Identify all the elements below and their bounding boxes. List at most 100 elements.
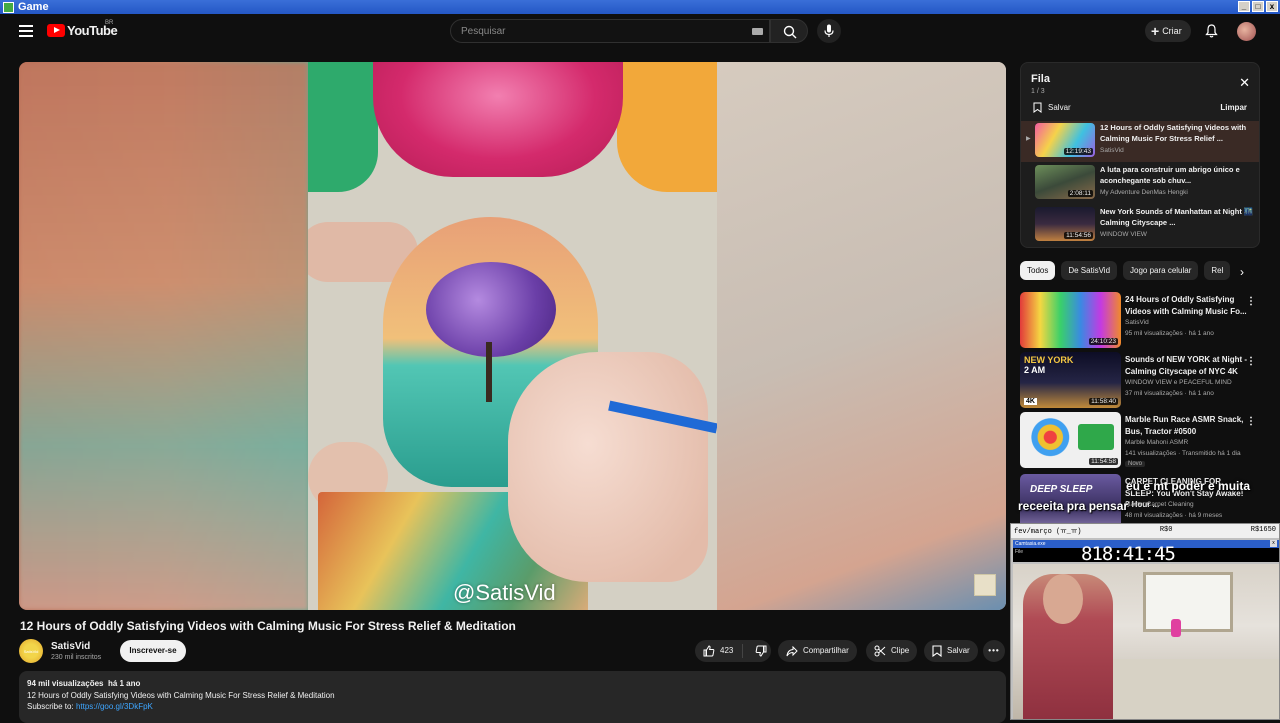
account-avatar[interactable]	[1237, 22, 1256, 41]
close-window-button[interactable]: x	[1266, 1, 1278, 12]
game-app-icon	[3, 1, 14, 13]
search-input[interactable]	[451, 20, 731, 42]
queue-thumbnail: 12:19:43	[1035, 123, 1095, 157]
more-actions-button[interactable]: •••	[983, 640, 1005, 662]
stream-goal-end: R$1650	[1250, 526, 1276, 534]
timer-close-icon[interactable]: x	[1270, 540, 1277, 547]
maximize-button[interactable]: □	[1252, 1, 1264, 12]
timer-window: Camtasia.exe x File 818:41:45	[1013, 540, 1279, 565]
window-controls: _ □ x	[1238, 1, 1278, 12]
queue-thumbnail: 11:54:56	[1035, 207, 1095, 241]
view-stats: 94 mil visualizações há 1 ano	[27, 679, 141, 688]
stream-date-label: fev/março (ㅠ_ㅠ)	[1014, 528, 1082, 536]
share-button[interactable]: Compartilhar	[778, 640, 857, 662]
keyboard-icon[interactable]	[752, 28, 763, 35]
subscribe-button[interactable]: Inscrever-se	[120, 640, 186, 662]
youtube-logo[interactable]: YouTube BR	[47, 20, 118, 38]
notifications-bell-icon[interactable]	[1205, 24, 1218, 43]
rec-thumbnail: NEW YORK 2 AM 4K 11:58:40	[1020, 352, 1121, 408]
chip-all[interactable]: Todos	[1020, 261, 1056, 280]
bookmark-icon	[932, 645, 942, 657]
chip-related[interactable]: Rel	[1204, 261, 1231, 280]
save-button[interactable]: Salvar	[924, 640, 978, 662]
share-label: Compartilhar	[803, 646, 849, 655]
new-badge: Novo	[1125, 461, 1146, 467]
thumbs-down-icon	[755, 645, 767, 657]
queue-item-title: A luta para construir um abrigo único e …	[1100, 165, 1240, 185]
thumbs-up-icon	[703, 645, 715, 657]
more-vert-icon[interactable]: ⋮	[1246, 296, 1256, 307]
queue-item-title: 12 Hours of Oddly Satisfying Videos with…	[1100, 123, 1247, 143]
chip-mobile-game[interactable]: Jogo para celular	[1123, 261, 1199, 280]
filter-chips: Todos De SatisVid Jogo para celular Rel	[1020, 261, 1231, 280]
video-title: 12 Hours of Oddly Satisfying Videos with…	[20, 619, 516, 633]
close-icon[interactable]: ✕	[1239, 76, 1250, 89]
queue-panel: Fila 1 / 3 ✕ Salvar Limpar ▶ 12:19:43 12…	[1020, 62, 1260, 248]
rec-meta: 141 visualizações · Transmitido há 1 dia	[1125, 450, 1241, 457]
timer-file-menu[interactable]: File	[1015, 549, 1023, 555]
chip-channel[interactable]: De SatisVid	[1061, 261, 1118, 280]
rec-meta: 48 mil visualizações · há 9 meses	[1125, 512, 1223, 519]
queue-item[interactable]: 2:08:11 A luta para construir um abrigo …	[1021, 163, 1259, 204]
recommended-video[interactable]: 11:54:58 Marble Run Race ASMR Snack, Bus…	[1020, 412, 1270, 470]
recommended-video[interactable]: 24:10:23 24 Hours of Oddly Satisfying Vi…	[1020, 292, 1270, 350]
country-code: BR	[105, 20, 114, 26]
description-box[interactable]: 94 mil visualizações há 1 ano 12 Hours o…	[19, 671, 1006, 723]
stream-overlay-line1: eu e mt poder e muita	[1126, 479, 1251, 493]
like-count: 423	[720, 646, 734, 655]
chevron-right-icon[interactable]: ›	[1240, 265, 1244, 279]
stream-timer: 818:41:45	[1081, 543, 1176, 565]
rec-channel: Marble Mahoni ASMR	[1125, 439, 1189, 446]
hamburger-menu-icon[interactable]	[19, 25, 33, 37]
rec-channel: SatisVid	[1125, 319, 1149, 326]
scissors-icon	[874, 645, 886, 657]
create-label: Criar	[1162, 26, 1182, 36]
video-watermark: @SatisVid	[453, 580, 556, 605]
recommended-video[interactable]: NEW YORK 2 AM 4K 11:58:40 Sounds of NEW …	[1020, 352, 1270, 410]
more-vert-icon[interactable]: ⋮	[1246, 416, 1256, 427]
minimize-button[interactable]: _	[1238, 1, 1250, 12]
rec-channel: WINDOW VIEW e PEACEFUL MIND	[1125, 379, 1232, 386]
dislike-button[interactable]	[748, 645, 767, 657]
rec-meta: 95 mil visualizações · há 1 ano	[1125, 330, 1214, 337]
now-playing-marker: ▶	[1026, 136, 1031, 142]
description-link[interactable]: https://goo.gl/3DkFpK	[76, 702, 153, 711]
queue-item[interactable]: 11:54:56 New York Sounds of Manhattan at…	[1021, 205, 1259, 246]
queue-clear-button[interactable]: Limpar	[1220, 103, 1247, 112]
bookmark-icon	[1033, 102, 1042, 113]
like-button[interactable]: 423	[695, 644, 743, 658]
description-line: 12 Hours of Oddly Satisfying Videos with…	[27, 690, 335, 700]
channel-name[interactable]: SatisVid	[51, 641, 90, 652]
video-player[interactable]: @SatisVid	[19, 62, 1006, 610]
stream-overlay-line2: receeita pra pensar	[1018, 499, 1129, 513]
clip-button[interactable]: Clipe	[866, 640, 918, 662]
voice-search-button[interactable]	[817, 19, 841, 43]
create-button[interactable]: + Criar	[1145, 20, 1191, 42]
stream-goal-start: R$0	[1159, 526, 1173, 534]
video-frame: @SatisVid	[308, 62, 717, 610]
youtube-play-icon	[47, 24, 65, 37]
video-blur-left	[19, 62, 308, 610]
stream-info-bar: fev/março (ㅠ_ㅠ) R$0 R$1650	[1011, 524, 1279, 538]
queue-item[interactable]: ▶ 12:19:43 12 Hours of Oddly Satisfying …	[1021, 121, 1259, 162]
top-bar: YouTube BR + Criar	[0, 14, 1280, 48]
rec-title: 24 Hours of Oddly Satisfying Videos with…	[1125, 295, 1247, 316]
rec-title: Sounds of NEW YORK at Night - Calming Ci…	[1125, 355, 1248, 376]
microphone-icon	[824, 24, 834, 37]
subscriber-count: 230 mil inscritos	[51, 654, 102, 661]
queue-save-button[interactable]: Salvar	[1033, 102, 1071, 113]
channel-avatar[interactable]: SatisVid	[19, 639, 43, 663]
queue-count: 1 / 3	[1031, 88, 1045, 95]
streamer-overlay: fev/março (ㅠ_ㅠ) R$0 R$1650 Camtasia.exe …	[1010, 523, 1280, 720]
search-icon	[783, 25, 797, 39]
more-vert-icon[interactable]: ⋮	[1246, 356, 1256, 367]
microphone-icon	[1171, 619, 1181, 637]
search-button[interactable]	[770, 19, 808, 43]
rec-thumbnail: 11:54:58	[1020, 412, 1121, 468]
webcam-feed	[1013, 564, 1279, 719]
window-titlebar: Game _ □ x	[0, 0, 1280, 14]
search-box	[450, 19, 770, 43]
plus-icon: +	[1151, 23, 1160, 39]
window-title: Game	[18, 1, 49, 13]
channel-branding-icon[interactable]	[974, 574, 996, 596]
